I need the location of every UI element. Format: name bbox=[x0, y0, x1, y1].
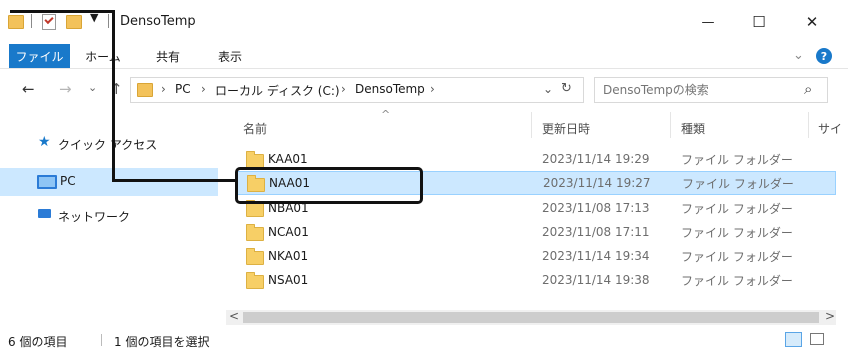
chevron-right-icon: › bbox=[201, 82, 206, 96]
search-input[interactable] bbox=[601, 80, 795, 100]
tab-file[interactable]: ファイル bbox=[9, 44, 70, 68]
chevron-right-icon: › bbox=[430, 82, 435, 96]
status-bar: 6 個の項目 1 個の項目を選択 bbox=[0, 330, 848, 349]
file-name: NCA01 bbox=[268, 225, 309, 239]
table-row[interactable]: NSA01 2023/11/14 19:38 ファイル フォルダー bbox=[237, 268, 836, 292]
window-title: DensoTemp bbox=[120, 14, 196, 29]
column-header-modified[interactable]: 更新日時 bbox=[542, 120, 590, 137]
annotation-line bbox=[112, 179, 236, 182]
column-header-size[interactable]: サイ bbox=[818, 120, 842, 137]
properties-icon[interactable] bbox=[42, 14, 56, 30]
table-row[interactable]: NKA01 2023/11/14 19:34 ファイル フォルダー bbox=[237, 244, 836, 268]
large-icons-view-icon[interactable] bbox=[810, 333, 824, 345]
navigation-pane: ★ クイック アクセス PC ネットワーク bbox=[0, 118, 218, 318]
file-type: ファイル フォルダー bbox=[681, 273, 793, 288]
sort-ascending-icon: ^ bbox=[381, 108, 391, 121]
folder-icon bbox=[246, 151, 264, 168]
monitor-icon bbox=[37, 175, 57, 189]
separator bbox=[101, 334, 102, 346]
tab-home[interactable]: ホーム bbox=[80, 44, 126, 68]
tab-share[interactable]: 共有 bbox=[145, 44, 191, 68]
file-type: ファイル フォルダー bbox=[681, 152, 793, 167]
file-modified: 2023/11/08 17:13 bbox=[542, 201, 650, 215]
maximize-button[interactable]: ☐ bbox=[736, 0, 782, 44]
selection-count: 1 個の項目を選択 bbox=[114, 335, 210, 349]
file-type: ファイル フォルダー bbox=[682, 176, 794, 191]
scrollbar-thumb[interactable] bbox=[243, 312, 819, 323]
column-divider[interactable] bbox=[808, 112, 809, 138]
folder-icon bbox=[246, 272, 264, 289]
help-icon[interactable]: ? bbox=[816, 48, 832, 64]
folder-icon bbox=[246, 224, 264, 241]
folder-icon bbox=[246, 200, 264, 217]
file-type: ファイル フォルダー bbox=[681, 225, 793, 240]
scroll-left-button[interactable]: < bbox=[229, 309, 239, 323]
ribbon-tabs: ファイル ホーム 共有 表示 ⌄ ? bbox=[0, 44, 848, 69]
sidebar-item-pc[interactable]: PC bbox=[0, 168, 218, 196]
table-row[interactable]: NCA01 2023/11/08 17:11 ファイル フォルダー bbox=[237, 220, 836, 244]
expand-ribbon-icon[interactable]: ⌄ bbox=[793, 48, 804, 63]
sidebar-item-label: PC bbox=[60, 174, 76, 188]
breadcrumb-pc[interactable]: PC bbox=[175, 82, 191, 96]
chevron-right-icon: › bbox=[161, 82, 166, 96]
sidebar-item-label: クイック アクセス bbox=[58, 138, 158, 152]
column-header-type[interactable]: 種類 bbox=[681, 120, 705, 137]
item-count: 6 個の項目 bbox=[8, 335, 68, 349]
address-dropdown-icon[interactable]: ⌄ bbox=[543, 82, 553, 96]
chevron-right-icon: › bbox=[341, 82, 346, 96]
annotation-highlight-box bbox=[235, 167, 423, 204]
file-name: NKA01 bbox=[268, 249, 309, 263]
file-type: ファイル フォルダー bbox=[681, 249, 793, 264]
file-modified: 2023/11/14 19:34 bbox=[542, 249, 650, 263]
column-header-name[interactable]: 名前 bbox=[243, 120, 267, 137]
close-button[interactable]: ✕ bbox=[789, 0, 835, 44]
file-modified: 2023/11/08 17:11 bbox=[542, 225, 650, 239]
file-type: ファイル フォルダー bbox=[681, 201, 793, 216]
annotation-line bbox=[112, 10, 115, 182]
title-bar: ▼ DensoTemp — ☐ ✕ bbox=[0, 0, 848, 44]
folder-icon bbox=[137, 83, 153, 97]
breadcrumb-densotemp[interactable]: DensoTemp bbox=[355, 82, 425, 96]
file-modified: 2023/11/14 19:27 bbox=[543, 176, 651, 190]
search-box[interactable]: ⌕ bbox=[594, 77, 828, 103]
new-folder-icon[interactable] bbox=[66, 15, 82, 29]
search-icon[interactable]: ⌕ bbox=[804, 80, 812, 98]
separator bbox=[31, 14, 32, 28]
sidebar-item-quick-access[interactable]: ★ クイック アクセス bbox=[0, 130, 218, 158]
file-modified: 2023/11/14 19:38 bbox=[542, 273, 650, 287]
address-bar[interactable]: › PC › ローカル ディスク (C:) › DensoTemp › ⌄ ↻ bbox=[130, 77, 584, 103]
back-button[interactable]: ← bbox=[22, 80, 35, 98]
forward-button[interactable]: → bbox=[59, 80, 72, 98]
sidebar-item-network[interactable]: ネットワーク bbox=[0, 202, 218, 230]
folder-icon bbox=[246, 248, 264, 265]
tab-view[interactable]: 表示 bbox=[207, 44, 253, 68]
scroll-right-button[interactable]: > bbox=[825, 309, 835, 323]
annotation-line bbox=[10, 10, 115, 13]
recent-locations-button[interactable]: ⌄ bbox=[88, 81, 97, 94]
breadcrumb-local-disk[interactable]: ローカル ディスク (C:) bbox=[215, 82, 340, 99]
refresh-icon[interactable]: ↻ bbox=[561, 81, 572, 96]
column-divider[interactable] bbox=[670, 112, 671, 138]
details-view-icon[interactable] bbox=[785, 332, 802, 347]
minimize-button[interactable]: — bbox=[685, 0, 731, 44]
file-modified: 2023/11/14 19:29 bbox=[542, 152, 650, 166]
network-icon bbox=[38, 209, 51, 218]
file-name: NSA01 bbox=[268, 273, 309, 287]
separator bbox=[108, 14, 109, 28]
sidebar-item-label: ネットワーク bbox=[58, 210, 131, 224]
column-divider[interactable] bbox=[531, 112, 532, 138]
star-icon: ★ bbox=[38, 134, 51, 150]
folder-icon bbox=[8, 15, 24, 29]
